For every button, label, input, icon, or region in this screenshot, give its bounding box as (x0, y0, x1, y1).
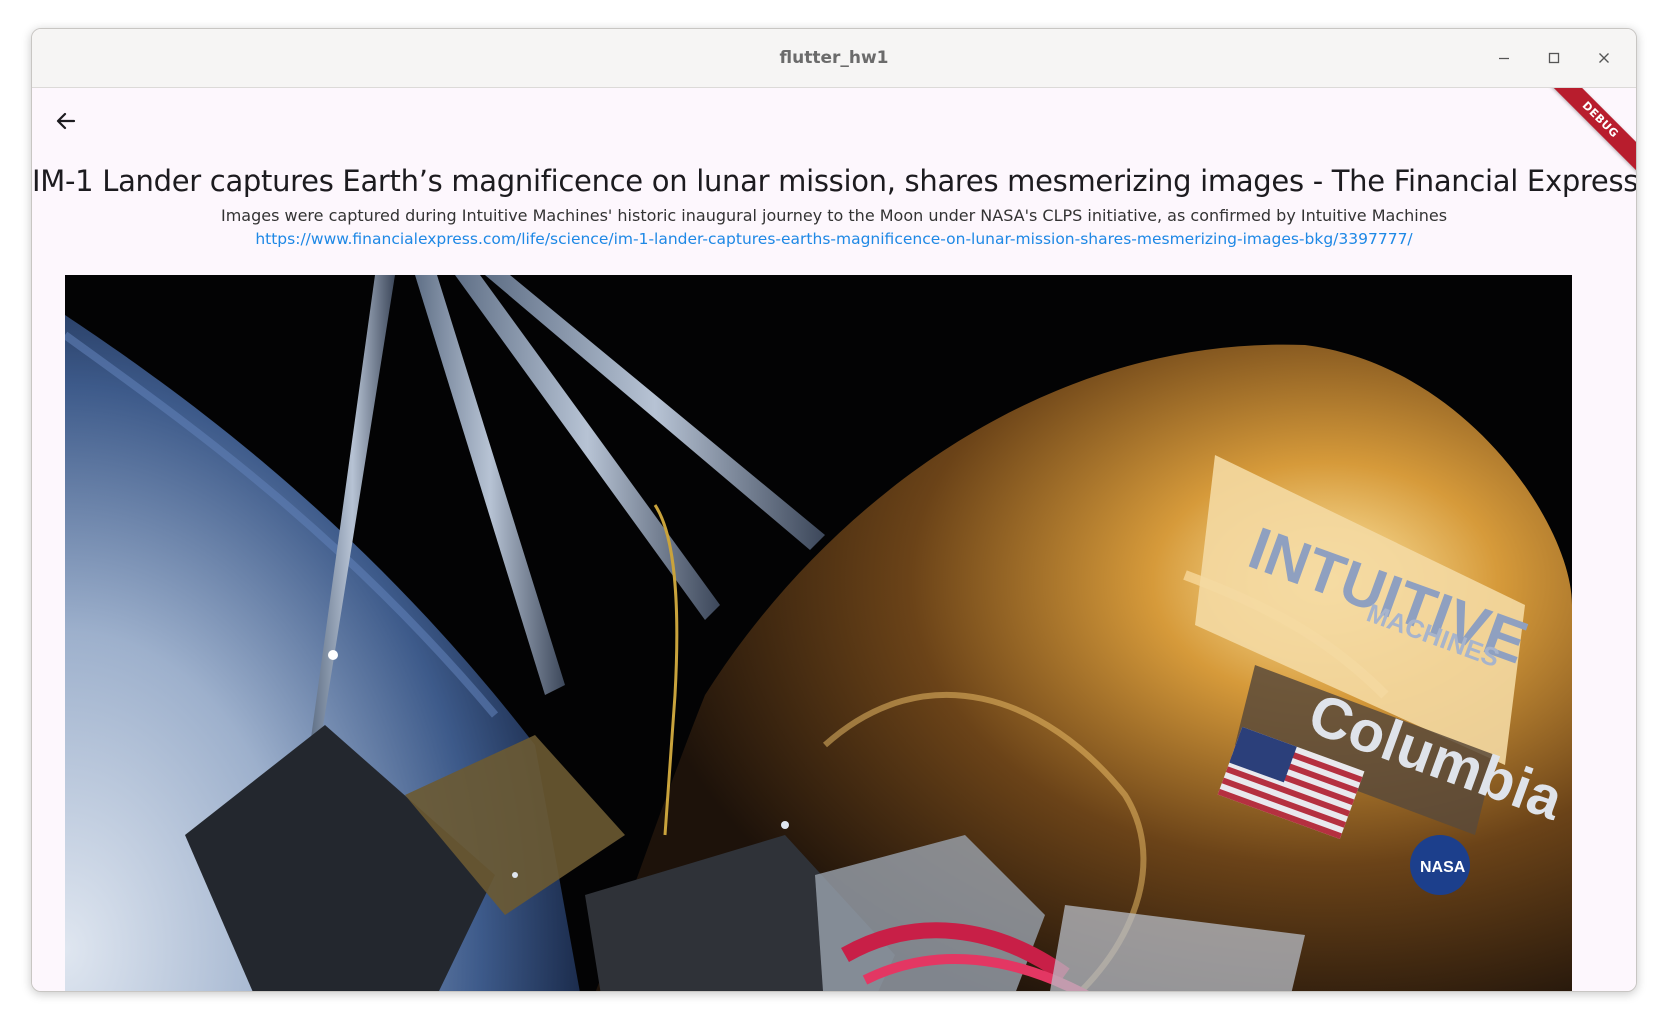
close-icon (1599, 53, 1609, 63)
minimize-button[interactable] (1490, 44, 1518, 72)
app-window: flutter_hw1 IM-1 Lander captures Earth’s… (31, 28, 1637, 992)
back-button[interactable] (46, 101, 86, 141)
article-headline: IM-1 Lander captures Earth’s magnificenc… (32, 164, 1636, 198)
page-content: IM-1 Lander captures Earth’s magnificenc… (32, 88, 1636, 991)
article-link[interactable]: https://www.financialexpress.com/life/sc… (32, 228, 1636, 250)
minimize-icon (1499, 57, 1509, 60)
nasa-logo-text: NASA (1420, 859, 1466, 876)
window-title: flutter_hw1 (779, 48, 889, 68)
close-button[interactable] (1590, 44, 1618, 72)
article-description: Images were captured during Intuitive Ma… (220, 206, 1448, 225)
article-image: INTUITIVE MACHINES Columbia NASA (65, 275, 1572, 991)
maximize-button[interactable] (1540, 44, 1568, 72)
arrow-left-icon (56, 112, 76, 130)
title-bar[interactable]: flutter_hw1 (32, 29, 1636, 88)
maximize-icon (1548, 52, 1560, 64)
